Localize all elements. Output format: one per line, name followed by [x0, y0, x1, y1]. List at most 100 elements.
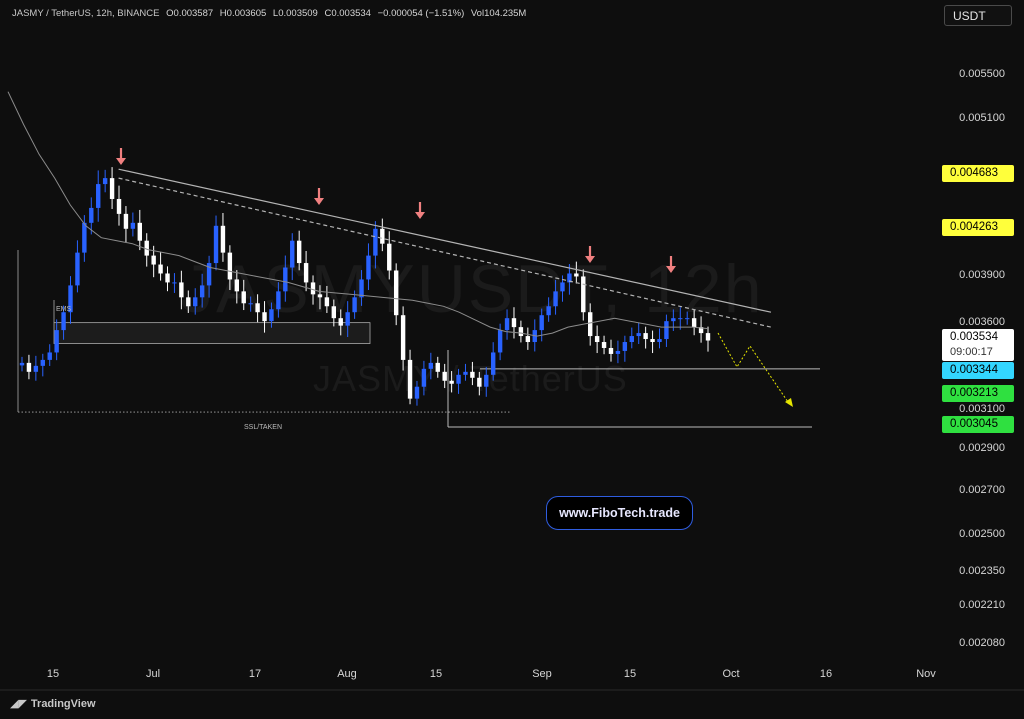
currency-button[interactable]: USDT — [944, 5, 1012, 26]
open-value: O0.003587 — [166, 8, 214, 19]
candle-body — [116, 198, 122, 214]
countdown-timer: 09:00:17 — [950, 346, 993, 358]
y-tick-label: 0.002700 — [959, 484, 1005, 496]
candle-body — [186, 297, 191, 307]
candle-body — [400, 315, 406, 360]
candle-body — [359, 279, 364, 298]
x-tick-label: 15 — [624, 668, 636, 680]
candle-body — [560, 282, 565, 292]
signal-arrow-head — [666, 266, 676, 273]
candle-body — [594, 336, 600, 343]
candle-body — [61, 312, 66, 331]
candle-body — [373, 228, 378, 256]
candle-body — [248, 303, 253, 305]
x-tick-label: Nov — [916, 668, 936, 680]
candle-body — [705, 333, 711, 341]
candle-body — [26, 362, 32, 372]
y-tick-label: 0.002080 — [959, 637, 1005, 649]
candle-body — [484, 374, 489, 387]
y-tick-label: 0.002350 — [959, 565, 1005, 577]
tradingview-logo[interactable]: ◢◤ TradingView — [10, 697, 96, 710]
candle-body — [518, 327, 524, 337]
candle-body — [199, 285, 205, 298]
candle-body — [220, 225, 226, 253]
ssl-taken-label: SSL/TAKEN — [244, 424, 282, 431]
candle-body — [456, 374, 461, 384]
candle-body — [331, 306, 337, 319]
candle-body — [601, 342, 607, 348]
candle-body — [89, 207, 94, 223]
candle-body — [109, 178, 115, 199]
candle-body — [470, 371, 475, 378]
candle-body — [172, 282, 177, 284]
candle-body — [629, 336, 634, 343]
price-badge: 0.004683 — [942, 165, 1014, 182]
candle-body — [664, 321, 669, 340]
candlestick-chart[interactable]: 0.005500 0.005100 0.003900 0.003600 0.003100… — [0, 0, 1024, 719]
candle-body — [685, 318, 690, 320]
symbol-header[interactable]: JASMY / TetherUS, 12h, BINANCE O0.003587… — [12, 8, 530, 19]
candle-body — [213, 225, 219, 264]
candle-body — [636, 333, 641, 337]
y-tick-label: 0.002900 — [959, 442, 1005, 454]
ems-label: EMS — [56, 306, 72, 313]
change-value: −0.000054 (−1.51%) — [377, 8, 465, 19]
candle-body — [643, 333, 648, 340]
candle-body — [158, 264, 163, 274]
candle-body — [137, 222, 142, 241]
volume-value: Vol104.235M — [470, 8, 527, 19]
candle-body — [255, 303, 260, 313]
candle-body — [33, 365, 39, 372]
high-value: H0.003605 — [219, 8, 267, 19]
y-tick-label: 0.002210 — [959, 599, 1005, 611]
candle-body — [511, 318, 517, 328]
candle-body — [40, 359, 45, 366]
candle-body — [553, 291, 558, 307]
x-tick-label: Sep — [532, 668, 552, 680]
candle-body — [657, 339, 662, 343]
candle-body — [227, 252, 233, 280]
chart-frame: JASMYUSDT, 12h JASMY / TetherUS 0.005500… — [0, 0, 1024, 719]
candle-body — [435, 362, 440, 372]
candle-body — [283, 267, 288, 292]
candle-body — [393, 270, 399, 316]
ems-zone — [53, 322, 371, 344]
candle-body — [421, 368, 427, 387]
candle-body — [608, 347, 614, 354]
candle-body — [296, 240, 302, 264]
x-tick-label: 17 — [249, 668, 261, 680]
candle-body — [581, 276, 586, 313]
fibotech-link[interactable]: www.FiboTech.trade — [546, 496, 693, 530]
candle-body — [82, 222, 87, 253]
candle-body — [123, 213, 129, 229]
candle-body — [19, 362, 25, 366]
candle-body — [262, 312, 267, 322]
x-tick-label: Aug — [337, 668, 357, 680]
y-tick-label: 0.003900 — [959, 269, 1005, 281]
candle-body — [54, 330, 59, 353]
price-badge: 0.003534 09:00:17 — [942, 329, 1014, 361]
candle-body — [387, 243, 392, 271]
candle-body — [525, 336, 531, 343]
signal-arrow-head — [415, 212, 425, 219]
symbol-name: JASMY / TetherUS, 12h, BINANCE — [12, 8, 160, 19]
candle-body — [442, 371, 447, 381]
candle-body — [414, 386, 420, 399]
candle-body — [428, 362, 434, 369]
candle-body — [310, 282, 316, 295]
candle-body — [449, 380, 454, 384]
candle-body — [352, 297, 357, 313]
candle-body — [463, 371, 468, 375]
close-value: C0.003534 — [324, 8, 371, 19]
candle-body — [650, 339, 655, 343]
y-tick-label: 0.005500 — [959, 68, 1005, 80]
candle-body — [290, 240, 295, 268]
time-axis — [0, 680, 1024, 719]
y-tick-label: 0.002500 — [959, 528, 1005, 540]
tradingview-label: TradingView — [30, 698, 96, 710]
y-tick-label: 0.003100 — [959, 403, 1005, 415]
candle-body — [276, 291, 281, 310]
y-tick-label: 0.003600 — [959, 316, 1005, 328]
signal-arrow-head — [116, 158, 126, 165]
candle-body — [179, 282, 184, 298]
